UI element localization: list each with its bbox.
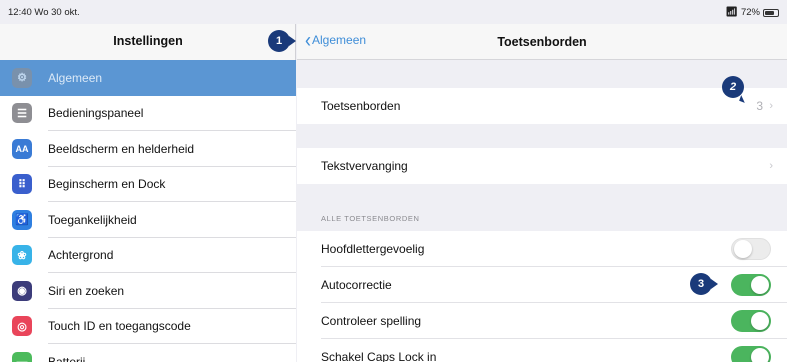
toggle-row-hoofdlettergevoelig: Hoofdlettergevoelig: [297, 231, 787, 267]
siri-icon: ◉: [12, 280, 32, 301]
callout-3: 3: [690, 273, 718, 295]
toggle-label: Controleer spelling: [321, 314, 422, 328]
toggle-switch[interactable]: [731, 274, 771, 296]
sidebar-item-achtergrond[interactable]: ❀ Achtergrond: [0, 237, 296, 273]
sidebar-item-label: Touch ID en toegangscode: [48, 319, 191, 334]
sidebar-header: Instellingen: [0, 24, 296, 60]
callout-1: 1: [268, 30, 296, 52]
sidebar-item-label: Siri en zoeken: [48, 283, 125, 298]
sidebar-item-label: Toegankelijkheid: [48, 212, 137, 227]
sidebar-title: Instellingen: [113, 34, 183, 48]
display-brightness-icon: AA: [12, 138, 32, 159]
status-right: 📶︎ 72%: [725, 7, 779, 18]
toggle-label: Schakel Caps Lock in: [321, 350, 437, 362]
text-replacement-label: Tekstvervanging: [321, 159, 408, 173]
sidebar-item-algemeen[interactable]: ⚙ Algemeen: [0, 60, 296, 96]
sidebar-item-label: Beeldscherm en helderheid: [48, 141, 195, 156]
toggle-row-controleer-spelling: Controleer spelling: [297, 303, 787, 339]
page-title: Toetsenborden: [497, 35, 587, 49]
wifi-icon: 📶︎: [725, 7, 738, 18]
fingerprint-icon: ◎: [12, 316, 32, 337]
toggle-label: Autocorrectie: [321, 278, 392, 292]
battery-icon: [763, 8, 779, 17]
chevron-right-icon: ›: [769, 160, 773, 172]
sidebar-item-batterij[interactable]: ▬ Batterij: [0, 344, 296, 362]
section-header: ALLE TOETSENBORDEN: [321, 214, 420, 223]
battery-percent: 72%: [740, 7, 760, 18]
battery-icon: ▬: [12, 351, 32, 362]
status-time: 12:40 Wo 30 okt.: [8, 7, 80, 18]
sidebar-item-label: Algemeen: [48, 70, 103, 85]
sidebar-list: ⚙ Algemeen ☰ Bedieningspaneel AA Beeldscherm …: [0, 60, 296, 362]
sidebar-item-siri-en-zoeken[interactable]: ◉ Siri en zoeken: [0, 273, 296, 309]
main-panel: ‹ Algemeen Toetsenborden Toetsenborden 3…: [297, 24, 787, 362]
text-replacement-row[interactable]: Tekstvervanging ›: [297, 148, 787, 184]
sidebar-item-label: Batterij: [48, 354, 86, 362]
keyboards-label: Toetsenborden: [321, 99, 401, 113]
sidebar-item-toegankelijkheid[interactable]: ♿ Toegankelijkheid: [0, 202, 296, 238]
control-center-icon: ☰: [12, 103, 32, 124]
toggle-switch[interactable]: [731, 238, 771, 260]
sidebar-item-beginscherm-en-dock[interactable]: ⠿ Beginscherm en Dock: [0, 166, 296, 202]
home-screen-icon: ⠿: [12, 174, 32, 195]
callout-2: 2: [722, 76, 744, 98]
sidebar-item-touch-id-en-toegangscode[interactable]: ◎ Touch ID en toegangscode: [0, 308, 296, 344]
wallpaper-icon: ❀: [12, 245, 32, 266]
sidebar-item-label: Achtergrond: [48, 248, 114, 263]
keyboards-count: 3: [756, 99, 763, 113]
accessibility-icon: ♿: [12, 209, 32, 230]
gear-icon: ⚙: [12, 67, 32, 88]
toggle-switch[interactable]: [731, 310, 771, 332]
navbar: ‹ Algemeen Toetsenborden: [297, 24, 787, 60]
sidebar-item-beeldscherm-en-helderheid[interactable]: AA Beeldscherm en helderheid: [0, 131, 296, 167]
toggle-switch[interactable]: [731, 346, 771, 362]
status-bar: 12:40 Wo 30 okt. 📶︎ 72%: [0, 0, 787, 24]
sidebar-item-label: Beginscherm en Dock: [48, 177, 166, 192]
sidebar-item-label: Bedieningspaneel: [48, 106, 144, 121]
sidebar: Instellingen ⚙ Algemeen ☰ Bedieningspaneel A…: [0, 24, 296, 362]
sidebar-item-bedieningspaneel[interactable]: ☰ Bedieningspaneel: [0, 95, 296, 131]
toggle-label: Hoofdlettergevoelig: [321, 242, 425, 256]
chevron-right-icon: ›: [769, 100, 773, 112]
toggle-row-schakel-caps-lock-in: Schakel Caps Lock in: [297, 339, 787, 362]
keyboards-row[interactable]: Toetsenborden 3 ›: [297, 88, 787, 124]
